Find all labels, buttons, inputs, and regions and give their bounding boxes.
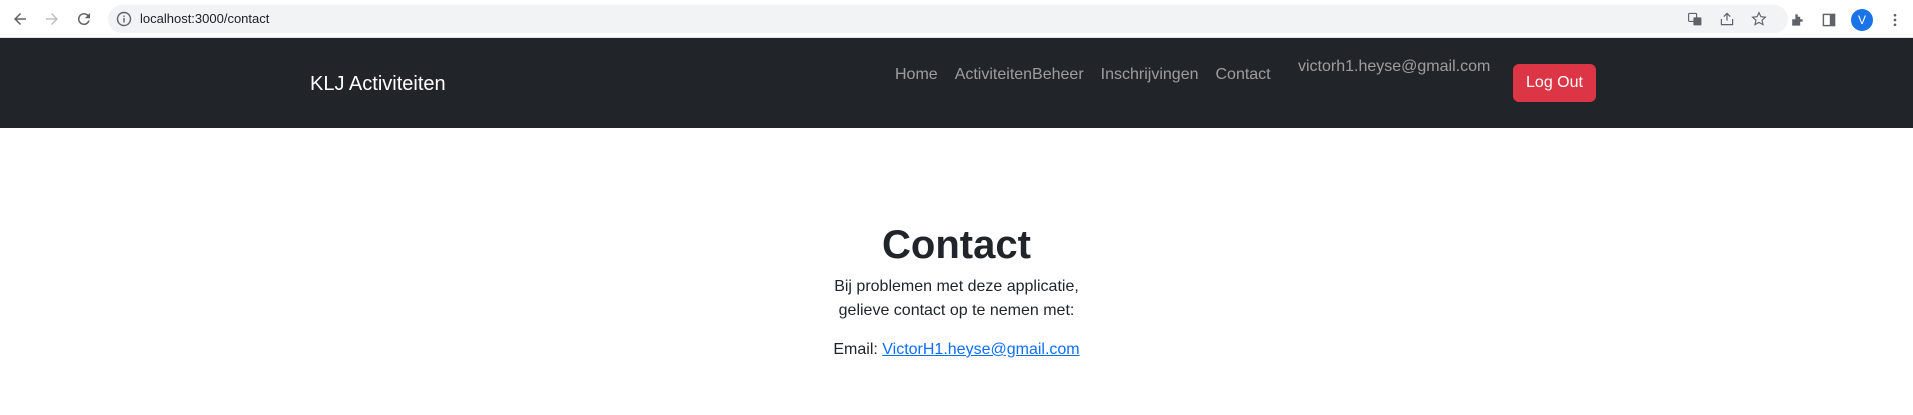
more-menu-icon[interactable] bbox=[1885, 10, 1905, 30]
back-button[interactable] bbox=[8, 7, 32, 31]
email-label: Email: bbox=[833, 341, 878, 358]
info-icon bbox=[116, 11, 132, 27]
brand-link[interactable]: KLJ Activiteiten bbox=[310, 72, 446, 96]
user-email: victorh1.heyse@gmail.com bbox=[1298, 58, 1491, 75]
browser-toolbar: localhost:3000/contact V bbox=[0, 0, 1913, 38]
logout-button[interactable]: Log Out bbox=[1513, 64, 1596, 102]
arrow-left-icon bbox=[14, 13, 26, 25]
url-text[interactable]: localhost:3000/contact bbox=[140, 11, 269, 27]
side-panel-icon[interactable] bbox=[1819, 10, 1839, 30]
page-title: Contact bbox=[882, 223, 1031, 267]
nav-link-activiteitenbeheer[interactable]: ActiviteitenBeheer bbox=[955, 65, 1084, 85]
nav-link-contact[interactable]: Contact bbox=[1215, 65, 1270, 85]
email-link[interactable]: VictorH1.heyse@gmail.com bbox=[882, 341, 1079, 358]
address-bar-actions bbox=[1685, 9, 1769, 29]
nav-link-inschrijvingen[interactable]: Inschrijvingen bbox=[1101, 65, 1199, 85]
nav-link-home[interactable]: Home bbox=[895, 65, 938, 85]
address-bar[interactable]: localhost:3000/contact bbox=[108, 5, 1788, 33]
nav-links: Home ActiviteitenBeheer Inschrijvingen C… bbox=[895, 65, 1271, 85]
contact-description: Bij problemen met deze applicatie, gelie… bbox=[0, 275, 1913, 323]
email-line: Email: VictorH1.heyse@gmail.com bbox=[0, 338, 1913, 362]
reload-button[interactable] bbox=[72, 7, 96, 31]
browser-tools: V bbox=[1787, 9, 1905, 31]
reload-icon bbox=[77, 13, 90, 26]
description-line-1: Bij problemen met deze applicatie, bbox=[834, 278, 1079, 295]
description-line-2: gelieve contact op te nemen met: bbox=[838, 302, 1075, 319]
bookmark-star-icon[interactable] bbox=[1749, 9, 1769, 29]
translate-icon[interactable] bbox=[1685, 9, 1705, 29]
forward-button[interactable] bbox=[40, 7, 64, 31]
arrow-right-icon bbox=[46, 13, 58, 25]
share-icon[interactable] bbox=[1717, 9, 1737, 29]
extensions-icon[interactable] bbox=[1787, 10, 1807, 30]
app-navbar: KLJ Activiteiten Home ActiviteitenBeheer… bbox=[0, 38, 1913, 128]
profile-avatar[interactable]: V bbox=[1851, 9, 1873, 31]
